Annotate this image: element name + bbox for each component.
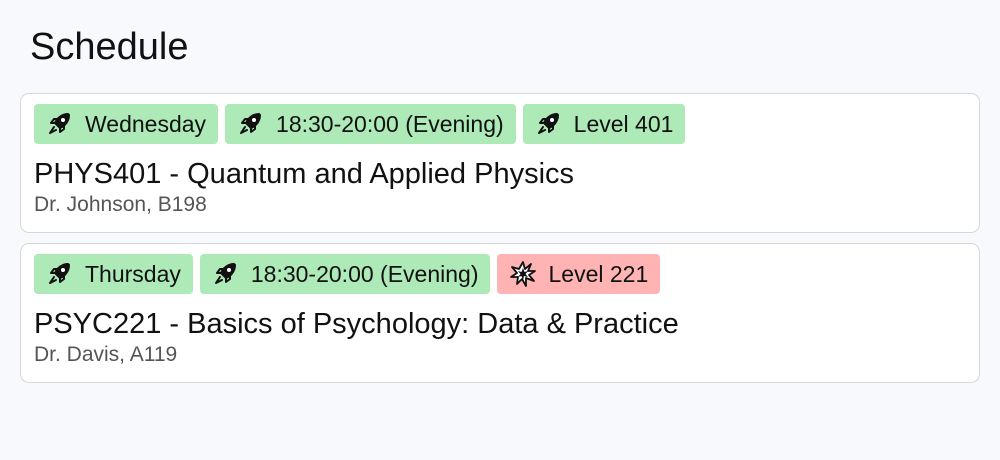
tag-list: Thursday 18:30-20:00 (Evening) Level 221 bbox=[34, 254, 966, 294]
explosion-icon bbox=[509, 260, 537, 288]
course-title: PHYS401 - Quantum and Applied Physics bbox=[34, 158, 575, 190]
tag-time: 18:30-20:00 (Evening) bbox=[199, 254, 491, 294]
rocket-icon bbox=[535, 110, 563, 138]
tag-label: 18:30-20:00 (Evening) bbox=[250, 260, 479, 287]
rocket-icon bbox=[46, 260, 74, 288]
tag-label: 18:30-20:00 (Evening) bbox=[276, 110, 504, 137]
page-title: Schedule bbox=[30, 26, 189, 68]
rocket-icon bbox=[237, 110, 265, 138]
rocket-icon bbox=[212, 260, 240, 288]
tag-time: 18:30-20:00 (Evening) bbox=[225, 104, 516, 144]
tag-label: Level 221 bbox=[548, 260, 649, 287]
tag-label: Wednesday bbox=[85, 110, 207, 137]
schedule-page: Schedule Wednesday 18:30-20:00 (Evening)… bbox=[20, 0, 980, 393]
tag-day: Thursday bbox=[34, 254, 193, 294]
rocket-icon bbox=[46, 110, 74, 138]
tag-list: Wednesday 18:30-20:00 (Evening) Level 40… bbox=[34, 104, 966, 144]
course-instructor-room: Dr. Davis, A119 bbox=[34, 343, 178, 366]
course-title: PSYC221 - Basics of Psychology: Data & P… bbox=[34, 308, 679, 340]
course-card[interactable]: Thursday 18:30-20:00 (Evening) Level 221… bbox=[20, 243, 980, 383]
tag-label: Thursday bbox=[85, 260, 181, 287]
tag-level: Level 221 bbox=[497, 254, 661, 294]
tag-label: Level 401 bbox=[573, 110, 674, 137]
tag-day: Wednesday bbox=[34, 104, 219, 144]
course-instructor-room: Dr. Johnson, B198 bbox=[34, 193, 207, 216]
course-card[interactable]: Wednesday 18:30-20:00 (Evening) Level 40… bbox=[20, 93, 980, 233]
tag-level: Level 401 bbox=[522, 104, 686, 144]
